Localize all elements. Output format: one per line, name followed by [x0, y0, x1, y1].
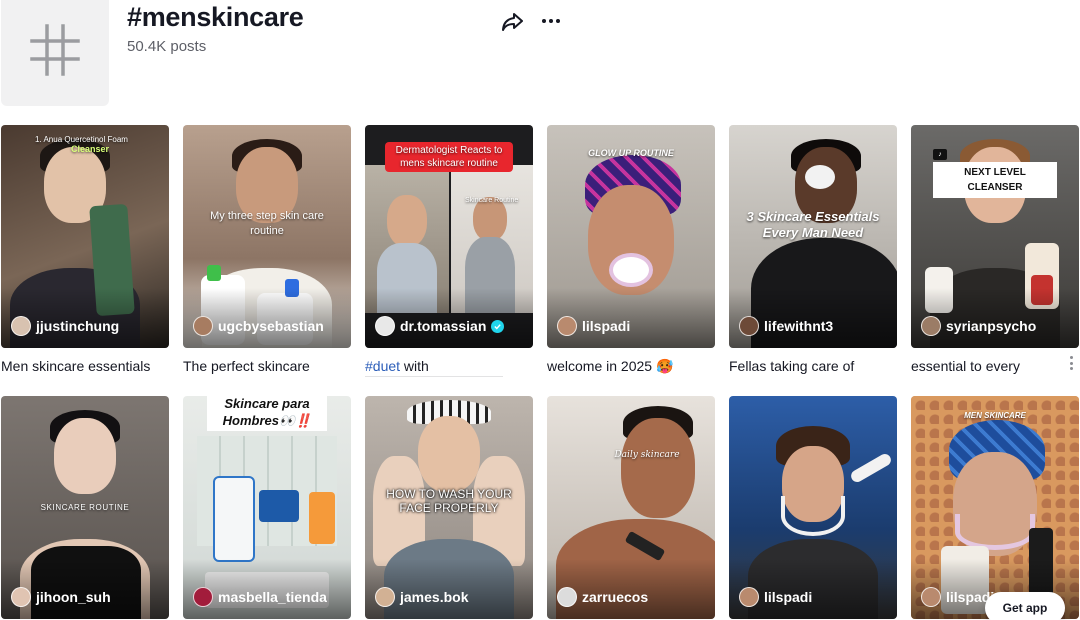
overlay-text: Skincare Routine [465, 197, 519, 204]
avatar [557, 587, 577, 607]
creator[interactable]: jjustinchung [11, 316, 119, 336]
video-card[interactable]: SKINCARE ROUTINE jihoon_suh [1, 396, 169, 619]
creator-name: jjustinchung [36, 318, 120, 334]
video-thumbnail[interactable]: Daily skincare zarruecos [547, 396, 715, 619]
avatar [739, 316, 759, 336]
video-caption[interactable]: Men skincare essentials [1, 357, 169, 375]
overlay-text: 3 Skincare Essentials Every Man Need [746, 209, 880, 240]
verified-badge-icon [491, 319, 505, 333]
video-card[interactable]: GLOW UP ROUTINE lilspadi welcome in 2025… [547, 125, 715, 375]
overlay-text: Skincare para Hombres👀‼️ [207, 396, 327, 431]
video-thumbnail[interactable]: My three step skin care routine ugcbyseb… [183, 125, 351, 348]
avatar [921, 316, 941, 336]
more-options-icon[interactable] [538, 8, 564, 34]
chin-mask [781, 496, 845, 536]
video-thumbnail[interactable]: 1. Anua Quercetinol Foam Cleanser jjusti… [1, 125, 169, 348]
creator-name: syrianpsycho [946, 318, 1037, 334]
video-card[interactable]: HOW TO WASH YOUR FACE PROPERLY james.bok [365, 396, 533, 619]
video-thumbnail[interactable]: Dermatologist Reacts to mens skincare ro… [365, 125, 533, 348]
video-caption[interactable]: Fellas taking care of [729, 357, 897, 375]
avatar [375, 316, 395, 336]
video-card[interactable]: ♪ NEXT LEVEL CLEANSER syrianpsycho essen… [911, 125, 1079, 375]
video-thumbnail[interactable]: HOW TO WASH YOUR FACE PROPERLY james.bok [365, 396, 533, 619]
video-caption[interactable]: #duet with [365, 357, 533, 375]
overlay-text: HOW TO WASH YOUR FACE PROPERLY [386, 487, 512, 515]
video-thumbnail[interactable]: SKINCARE ROUTINE jihoon_suh [1, 396, 169, 619]
creator-name: lifewithnt3 [764, 318, 834, 334]
creator-name: masbella_tienda [218, 589, 327, 605]
video-card[interactable]: Dermatologist Reacts to mens skincare ro… [365, 125, 533, 377]
video-card[interactable]: Daily skincare zarruecos [547, 396, 715, 619]
hashtag-link[interactable]: #duet [365, 358, 400, 374]
creator[interactable]: ugcbysebastian [193, 316, 324, 336]
creator-name: jihoon_suh [36, 589, 111, 605]
overlay-text: NEXT LEVEL CLEANSER [933, 162, 1057, 198]
avatar [375, 587, 395, 607]
avatar [193, 587, 213, 607]
tiktok-logo-icon: ♪ [933, 149, 947, 160]
video-card[interactable]: My three step skin care routine ugcbyseb… [183, 125, 351, 375]
avatar [193, 316, 213, 336]
overlay-text: MEN SKINCARE [964, 411, 1026, 420]
video-thumbnail[interactable]: MEN SKINCARE lilspadi [911, 396, 1079, 619]
creator-name: dr.tomassian [400, 318, 487, 334]
posts-count: 50.4K posts [127, 38, 207, 55]
video-card[interactable]: 3 Skincare Essentials Every Man Need lif… [729, 125, 897, 375]
creator-name: zarruecos [582, 589, 649, 605]
video-caption[interactable]: welcome in 2025 🥵 [547, 357, 715, 375]
creator[interactable]: lifewithnt3 [739, 316, 833, 336]
face-wash-foam [805, 165, 835, 189]
creator[interactable]: zarruecos [557, 587, 648, 607]
video-thumbnail[interactable]: 3 Skincare Essentials Every Man Need lif… [729, 125, 897, 348]
video-caption[interactable]: The perfect skincare [183, 357, 351, 375]
creator[interactable]: jihoon_suh [11, 587, 111, 607]
overlay-text: My three step skin care routine [210, 210, 324, 237]
video-card[interactable]: MEN SKINCARE lilspadi [911, 396, 1079, 619]
creator-name: ugcbysebastian [218, 318, 324, 334]
creator[interactable]: dr.tomassian [375, 316, 505, 336]
video-card[interactable]: 1. Anua Quercetinol Foam Cleanser jjusti… [1, 125, 169, 375]
page-title: #menskincare [127, 2, 304, 32]
video-thumbnail[interactable]: ♪ NEXT LEVEL CLEANSER syrianpsycho [911, 125, 1079, 348]
video-card[interactable]: Skincare para Hombres👀‼️ masbella_tienda [183, 396, 351, 619]
creator[interactable]: lilspadi [739, 587, 812, 607]
video-thumbnail[interactable]: lilspadi [729, 396, 897, 619]
creator-name: james.bok [400, 589, 469, 605]
overlay-text: Dermatologist Reacts to mens skincare ro… [385, 142, 513, 172]
avatar [557, 316, 577, 336]
creator[interactable]: james.bok [375, 587, 468, 607]
creator[interactable]: syrianpsycho [921, 316, 1036, 336]
overlay-text: Cleanser [70, 144, 110, 154]
avatar [921, 587, 941, 607]
video-thumbnail[interactable]: Skincare para Hombres👀‼️ masbella_tienda [183, 396, 351, 619]
share-icon[interactable] [500, 8, 526, 34]
video-card[interactable]: lilspadi [729, 396, 897, 619]
creator[interactable]: lilspadi [557, 316, 630, 336]
avatar [11, 316, 31, 336]
video-thumbnail[interactable]: GLOW UP ROUTINE lilspadi [547, 125, 715, 348]
creator-name: lilspadi [764, 589, 813, 605]
product-bottle [213, 476, 255, 562]
video-options-icon[interactable] [1066, 356, 1076, 370]
creator[interactable]: lilspadi [921, 587, 994, 607]
overlay-text: SKINCARE ROUTINE [40, 503, 130, 512]
avatar [739, 587, 759, 607]
mouth-mask [609, 253, 653, 287]
overlay-text: GLOW UP ROUTINE [588, 148, 674, 158]
get-app-button[interactable]: Get app [985, 592, 1065, 620]
avatar [11, 587, 31, 607]
video-caption[interactable]: essential to every [911, 357, 1079, 375]
creator[interactable]: masbella_tienda [193, 587, 327, 607]
creator-name: lilspadi [582, 318, 631, 334]
overlay-text: Daily skincare [614, 450, 680, 460]
hashtag-header: #menskincare 50.4K posts [0, 0, 1080, 115]
hashtag-icon [1, 0, 109, 106]
